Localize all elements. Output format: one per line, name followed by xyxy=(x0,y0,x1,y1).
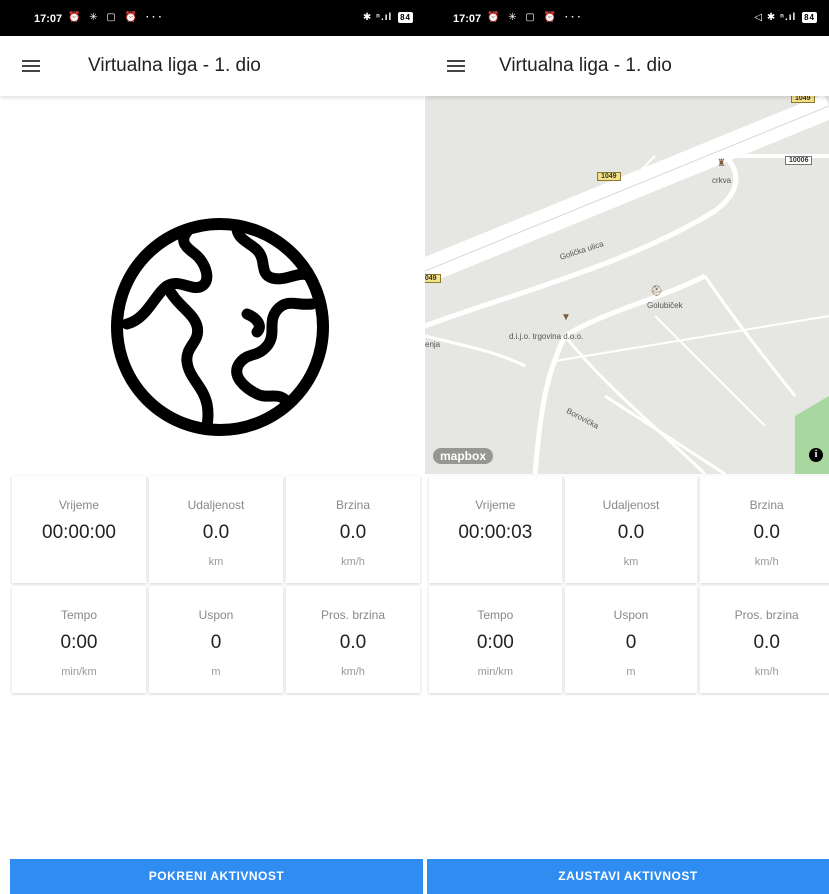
page-title: Virtualna liga - 1. dio xyxy=(88,55,261,76)
stat-pace: Tempo 0:00 min/km xyxy=(12,586,146,693)
poi-label: Golubiček xyxy=(647,301,683,310)
church-icon: ♜ xyxy=(717,158,726,169)
notification-icons: ⏰ ✳ ▢ ⏰ ··· xyxy=(487,12,584,23)
stat-distance: Udaljenost 0.0 km xyxy=(564,476,698,583)
signal-icons: ◁ ✱ ⁿ.ıl xyxy=(754,12,797,23)
battery-icon: 84 xyxy=(802,12,817,23)
battery-icon: 84 xyxy=(398,12,413,23)
stats-grid: Vrijeme 00:00:00 Udaljenost 0.0 km Brzin… xyxy=(12,476,420,696)
map-roads xyxy=(425,96,829,474)
system-icons: ✱ ⁿ.ıl 84 xyxy=(363,12,413,23)
page-title: Virtualna liga - 1. dio xyxy=(499,55,672,76)
stat-time: Vrijeme 00:00:00 xyxy=(12,476,146,583)
road-shield: 1049 xyxy=(597,172,621,181)
stat-avg-speed: Pros. brzina 0.0 km/h xyxy=(286,586,420,693)
poi-marker-icon: ⛑ xyxy=(650,286,663,297)
start-activity-button[interactable]: POKRENI AKTIVNOST xyxy=(10,859,423,894)
poi-label: crkva xyxy=(712,176,732,185)
app-bar: Virtualna liga - 1. dio xyxy=(425,36,829,96)
stat-speed: Brzina 0.0 km/h xyxy=(700,476,829,583)
stat-pace: Tempo 0:00 min/km xyxy=(429,586,562,693)
road-shield: 1049 xyxy=(425,274,441,283)
road-shield: 1049 xyxy=(791,96,815,103)
system-icons: ◁ ✱ ⁿ.ıl 84 xyxy=(754,12,817,23)
stop-activity-button[interactable]: ZAUSTAVI AKTIVNOST xyxy=(427,859,829,894)
stat-elevation: Uspon 0 m xyxy=(564,586,698,693)
poi-marker-icon: ▼ xyxy=(561,312,571,323)
stat-time: Vrijeme 00:00:03 xyxy=(429,476,562,583)
status-bar: 17:07 ⏰ ✳ ▢ ⏰ ··· ◁ ✱ ⁿ.ıl 84 xyxy=(425,0,829,36)
app-bar: Virtualna liga - 1. dio xyxy=(0,36,425,96)
mapbox-logo[interactable]: mapbox xyxy=(433,448,494,464)
poi-label: d.i.j.o. trgovina d.o.o. xyxy=(509,332,584,341)
map-view[interactable]: 1049 1049 10006 1049 Golička ulica Borov… xyxy=(425,96,829,474)
stat-elevation: Uspon 0 m xyxy=(149,586,283,693)
globe-icon xyxy=(111,218,329,436)
status-time: 17:07 xyxy=(453,13,482,25)
stat-avg-speed: Pros. brzina 0.0 km/h xyxy=(700,586,829,693)
status-time: 17:07 xyxy=(34,13,63,25)
menu-icon[interactable] xyxy=(22,60,40,73)
screen-left: 17:07 ⏰ ✳ ▢ ⏰ ··· ✱ ⁿ.ıl 84 Virtualna li… xyxy=(0,0,425,894)
stats-grid: Vrijeme 00:00:03 Udaljenost 0.0 km Brzin… xyxy=(429,476,829,696)
info-icon[interactable]: i xyxy=(809,448,823,462)
globe-placeholder xyxy=(0,96,425,474)
status-bar: 17:07 ⏰ ✳ ▢ ⏰ ··· ✱ ⁿ.ıl 84 xyxy=(0,0,425,36)
menu-icon[interactable] xyxy=(447,60,465,73)
place-label: enja xyxy=(425,340,441,349)
stat-speed: Brzina 0.0 km/h xyxy=(286,476,420,583)
notification-icons: ⏰ ✳ ▢ ⏰ ··· xyxy=(68,12,165,23)
road-shield: 10006 xyxy=(785,156,813,165)
screen-right: 17:07 ⏰ ✳ ▢ ⏰ ··· ◁ ✱ ⁿ.ıl 84 Virtualna … xyxy=(425,0,829,894)
stat-distance: Udaljenost 0.0 km xyxy=(149,476,283,583)
signal-icons: ✱ ⁿ.ıl xyxy=(362,12,393,23)
